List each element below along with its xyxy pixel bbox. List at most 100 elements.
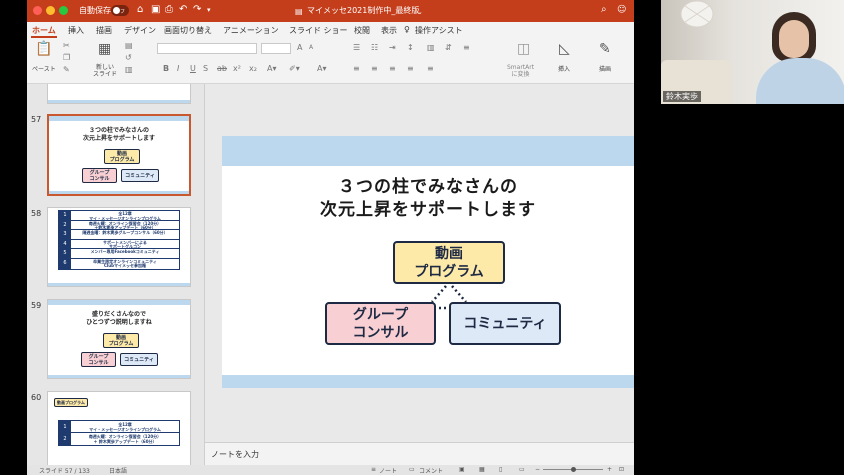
layout-icon[interactable]: ▤ xyxy=(125,41,133,51)
superscript-icon[interactable]: x² xyxy=(233,64,241,74)
tab-design[interactable]: デザイン xyxy=(124,25,156,36)
subscript-icon[interactable]: x₂ xyxy=(249,64,257,74)
row-number: 6 xyxy=(59,258,71,269)
bold-icon[interactable]: B xyxy=(163,64,169,74)
reading-view-icon[interactable]: ▯ xyxy=(499,466,502,473)
distribute-icon[interactable]: ≡ xyxy=(427,64,434,74)
smartart-icon[interactable]: ◫ xyxy=(517,41,530,57)
text-effects-icon[interactable]: A▾ xyxy=(317,64,327,74)
save-icon[interactable]: ▣ xyxy=(151,4,160,16)
zoom-out-icon[interactable]: − xyxy=(535,466,540,473)
profile-icon[interactable]: ☺ xyxy=(617,4,626,16)
copy-icon[interactable]: ❐ xyxy=(63,53,70,63)
increase-font-icon[interactable]: A xyxy=(297,43,302,53)
bullets-icon[interactable]: ☰ xyxy=(353,43,360,53)
align-right-icon[interactable]: ≡ xyxy=(389,64,396,74)
tab-view[interactable]: 表示 xyxy=(381,25,397,36)
cut-icon[interactable]: ✂ xyxy=(63,41,70,51)
zoom-in-icon[interactable]: + xyxy=(607,466,612,473)
slideshow-view-icon[interactable]: ▭ xyxy=(519,466,525,473)
thumb-band xyxy=(49,191,189,194)
slide-thumbnail-60[interactable]: 動画プログラム 1 全12章 マイ・メッセージオンラインプログラム 2 毎週火曜：オ… xyxy=(47,391,191,465)
thumb-box-group: グループ コンサル xyxy=(82,168,117,183)
notes-toggle-button[interactable]: ノート xyxy=(379,466,397,475)
fit-slide-icon[interactable]: ⊡ xyxy=(619,466,624,473)
font-size-input[interactable] xyxy=(261,43,291,54)
slide-thumbnail-pane[interactable]: 57 ３つの柱でみなさんの 次元上昇をサポートします 動画 プログラム グループ… xyxy=(27,84,205,465)
thumb-box-group: グループ コンサル xyxy=(81,352,116,367)
align-text-icon[interactable]: ≡ xyxy=(463,43,470,53)
redo-icon[interactable]: ↷ xyxy=(193,4,201,16)
section-icon[interactable]: ▥ xyxy=(125,65,133,75)
columns-icon[interactable]: ▥ xyxy=(427,43,435,53)
draw-label: 描画 xyxy=(599,66,612,73)
paste-icon[interactable]: 📋 xyxy=(35,41,52,57)
insert-shape-icon[interactable]: ◺ xyxy=(559,41,570,57)
thumb-title-line2: ひとつずつ説明しますね xyxy=(86,319,152,326)
table-row: 1 全12章 マイ・メッセージオンラインプログラム xyxy=(59,421,179,433)
print-icon[interactable]: ⎙ xyxy=(165,4,173,16)
indent-icon[interactable]: ⇥ xyxy=(389,43,396,53)
close-window-button[interactable] xyxy=(33,6,42,15)
reset-icon[interactable]: ↺ xyxy=(125,53,132,63)
box-video-program[interactable]: 動画 プログラム xyxy=(393,241,505,284)
home-icon[interactable]: ⌂ xyxy=(137,4,143,16)
align-center-icon[interactable]: ≡ xyxy=(371,64,378,74)
decrease-font-icon[interactable]: A xyxy=(309,43,313,53)
slide-thumbnail-58[interactable]: 1 全12章 マイ・メッセージオンラインプログラム 2 毎週火曜：オンライン復習会（… xyxy=(47,207,191,287)
thumb-box-video: 動画 プログラム xyxy=(104,149,140,164)
title-bar: 自動保存 オフ ⌂ ▣ ⎙ ↶ ↷ ▾ ▤ マイメッセ2021制作中_最終版 ⌄… xyxy=(27,0,634,22)
tab-home[interactable]: ホーム xyxy=(32,25,56,36)
box-community[interactable]: コミュニティ xyxy=(449,302,561,345)
autosave-label: 自動保存 xyxy=(79,6,111,15)
italic-icon[interactable]: I xyxy=(177,64,179,74)
autosave-state: オフ xyxy=(115,9,126,15)
undo-icon[interactable]: ↶ xyxy=(179,4,187,16)
search-icon[interactable]: ⌕ xyxy=(601,4,607,16)
normal-view-icon[interactable]: ▣ xyxy=(459,466,465,473)
tab-slideshow[interactable]: スライド ショー xyxy=(289,25,348,36)
tab-animations[interactable]: アニメーション xyxy=(223,25,279,36)
current-slide[interactable]: ３つの柱でみなさんの 次元上昇をサポートします 動画 プログラム グループ コン… xyxy=(222,136,634,388)
tab-draw[interactable]: 描画 xyxy=(96,25,112,36)
font-color-icon[interactable]: A▾ xyxy=(267,64,277,74)
font-name-input[interactable] xyxy=(157,43,257,54)
title-chevron-icon[interactable]: ⌄ xyxy=(417,6,423,18)
underline-icon[interactable]: U xyxy=(190,64,196,74)
strikethrough-icon[interactable]: ab xyxy=(217,64,227,74)
row-number: 2 xyxy=(59,433,71,445)
minimize-window-button[interactable] xyxy=(46,6,55,15)
zoom-slider-thumb[interactable] xyxy=(571,467,576,472)
text-direction-icon[interactable]: ⇵ xyxy=(445,43,452,53)
comments-icon[interactable]: ▭ xyxy=(409,466,415,473)
comments-toggle-button[interactable]: コメント xyxy=(419,466,443,475)
highlight-icon[interactable]: ✐▾ xyxy=(289,64,300,74)
slide-thumbnail-59[interactable]: 盛りだくさんなので ひとつずつ説明しますね 動画 プログラム グループ コンサル… xyxy=(47,299,191,379)
tab-transitions[interactable]: 画面切り替え xyxy=(164,25,212,36)
sorter-view-icon[interactable]: ▦ xyxy=(479,466,485,473)
notes-placeholder[interactable]: ノートを入力 xyxy=(211,449,259,460)
row-number: 2 xyxy=(59,220,71,230)
tab-review[interactable]: 校閲 xyxy=(354,25,370,36)
tab-insert[interactable]: 挿入 xyxy=(68,25,84,36)
customize-toolbar-icon[interactable]: ▾ xyxy=(207,4,211,16)
line-spacing-icon[interactable]: ↕ xyxy=(407,43,414,53)
numbering-icon[interactable]: ☷ xyxy=(371,43,378,53)
align-left-icon[interactable]: ≡ xyxy=(353,64,360,74)
slide-editor-canvas[interactable]: ３つの柱でみなさんの 次元上昇をサポートします 動画 プログラム グループ コン… xyxy=(205,84,634,442)
zoom-window-button[interactable] xyxy=(59,6,68,15)
lamp-icon xyxy=(680,0,714,28)
slide-thumbnail-56[interactable] xyxy=(47,84,191,104)
shadow-icon[interactable]: S xyxy=(203,64,208,74)
video-participant-tile: 鈴木実歩 xyxy=(661,0,844,104)
notes-toggle-icon[interactable]: ≡ xyxy=(371,466,376,473)
notes-pane[interactable]: ノートを入力 xyxy=(205,442,634,465)
format-painter-icon[interactable]: ✎ xyxy=(63,65,70,75)
tell-me-button[interactable]: 操作アシスト xyxy=(415,25,463,36)
justify-icon[interactable]: ≡ xyxy=(407,64,414,74)
new-slide-icon[interactable]: ▦ xyxy=(98,41,111,57)
slide-thumbnail-57[interactable]: ３つの柱でみなさんの 次元上昇をサポートします 動画 プログラム グループ コン… xyxy=(47,114,191,196)
box-group-consult[interactable]: グループ コンサル xyxy=(325,302,436,345)
slide-number-59: 59 xyxy=(31,301,42,310)
draw-icon[interactable]: ✎ xyxy=(599,41,611,57)
